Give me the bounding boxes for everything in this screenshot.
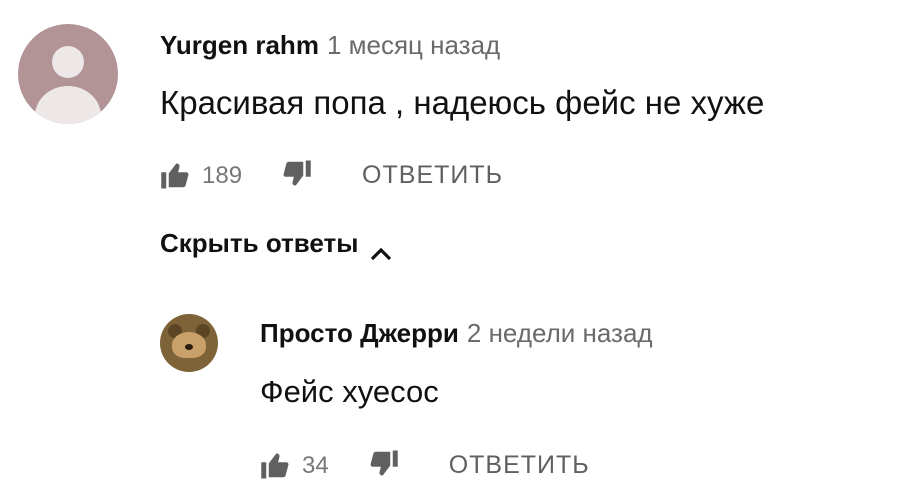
reply-button[interactable]: ОТВЕТИТЬ <box>449 451 590 480</box>
reply-header: Просто Джерри 2 недели назад <box>260 318 653 349</box>
comment-timestamp[interactable]: 1 месяц назад <box>327 30 500 60</box>
like-count: 34 <box>302 451 329 479</box>
hide-replies-label: Скрыть ответы <box>160 228 359 258</box>
reply-author[interactable]: Просто Джерри <box>260 318 459 348</box>
reply-text: Фейс хуесос <box>260 374 439 409</box>
thumbs-down-icon <box>369 448 399 478</box>
dislike-button[interactable] <box>282 158 312 193</box>
reply-actions: 34 ОТВЕТИТЬ <box>260 448 590 483</box>
comment-actions: 189 ОТВЕТИТЬ <box>160 158 503 193</box>
avatar-nose <box>185 344 193 350</box>
thumbs-down-icon <box>282 158 312 188</box>
comment-author[interactable]: Yurgen rahm <box>160 30 319 60</box>
reply-button[interactable]: ОТВЕТИТЬ <box>362 161 503 190</box>
comment-header: Yurgen rahm 1 месяц назад <box>160 30 500 61</box>
reply-author-avatar[interactable] <box>160 314 218 372</box>
commenter-avatar[interactable] <box>18 24 118 124</box>
thumbs-up-icon[interactable] <box>260 451 290 481</box>
thumbs-up-icon[interactable] <box>160 161 190 191</box>
dislike-button[interactable] <box>369 448 399 483</box>
like-count: 189 <box>202 161 243 189</box>
avatar-body-shape <box>35 86 101 124</box>
hide-replies-button[interactable]: Скрыть ответы <box>160 228 392 260</box>
reply-timestamp[interactable]: 2 недели назад <box>467 318 653 348</box>
chevron-up-icon <box>370 237 392 260</box>
comment-text: Красивая попа , надеюсь фейс не хуже <box>160 84 765 121</box>
avatar-head-shape <box>52 46 84 78</box>
